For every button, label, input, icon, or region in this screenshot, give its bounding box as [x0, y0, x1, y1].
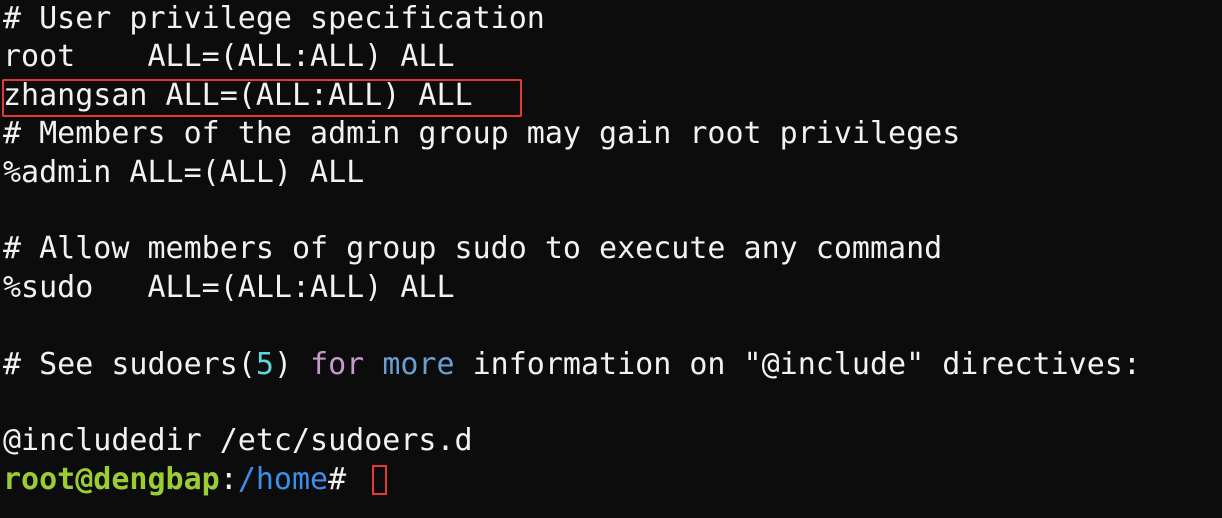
text-cursor[interactable] [372, 464, 388, 495]
prompt-symbol: # [328, 461, 365, 497]
prompt-path: /home [237, 461, 329, 497]
keyword-more: more [382, 346, 455, 382]
comment-text: ) [273, 346, 311, 382]
sudoers-zhangsan-entry: zhangsan ALL=(ALL:ALL) ALL [3, 77, 473, 113]
keyword-for: for [310, 346, 365, 382]
sudoers-root-entry: root ALL=(ALL:ALL) ALL [3, 39, 455, 75]
prompt-user-host: root@dengbap [3, 461, 220, 497]
comment-sudo-group: # Allow members of group sudo to execute… [3, 231, 943, 267]
comment-text [364, 347, 382, 382]
comment-user-privilege: # User privilege specification [3, 1, 545, 36]
sudoers-sudo-entry: %sudo ALL=(ALL:ALL) ALL [3, 269, 455, 305]
prompt-separator: : [219, 461, 238, 497]
comment-text: information on "@include" directives: [454, 346, 1141, 382]
shell-prompt-line[interactable]: root@dengbap:/home# [3, 461, 1222, 499]
comment-see-sudoers: # See sudoers(5) for more information on… [3, 346, 1222, 384]
includedir-line: @includedir /etc/sudoers.d [3, 423, 473, 459]
man-section-number: 5 [255, 346, 274, 382]
sudoers-admin-entry: %admin ALL=(ALL) ALL [3, 154, 365, 190]
terminal-window[interactable]: # User privilege specification root ALL=… [0, 0, 1222, 518]
comment-admin-group: # Members of the admin group may gain ro… [3, 116, 961, 152]
comment-text: # See sudoers( [3, 346, 256, 382]
